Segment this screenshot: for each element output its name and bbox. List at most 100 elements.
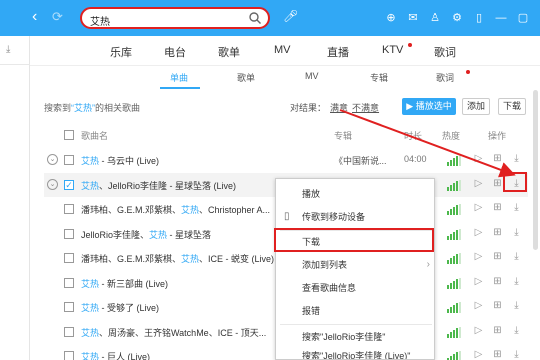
play-icon[interactable]: ▷	[472, 251, 485, 262]
ctx-send-device[interactable]: ▯ 传歌到移动设备	[276, 206, 436, 228]
download-button[interactable]: 下载	[498, 98, 526, 115]
song-title-post: - 星球坠落	[167, 229, 212, 240]
play-icon[interactable]: ▷	[472, 178, 485, 189]
shirt-icon[interactable]: ♙	[424, 10, 446, 26]
plus-icon[interactable]: ⊕	[380, 10, 402, 26]
play-icon[interactable]: ▷	[472, 349, 485, 360]
col-duration: 时长	[404, 131, 423, 141]
minimize-icon[interactable]: —	[490, 10, 512, 26]
maximize-icon[interactable]: ▢	[512, 10, 534, 26]
song-title[interactable]: 潘玮柏、G.E.M.邓紫棋、艾热、Christopher A...	[81, 203, 270, 216]
row-checkbox[interactable]	[64, 253, 74, 263]
play-icon[interactable]: ▷	[472, 325, 485, 336]
settings-icon[interactable]: ⚙	[446, 10, 468, 26]
download-icon[interactable]: ⤓	[510, 153, 523, 164]
subtab-playlists[interactable]: 歌单	[237, 71, 255, 84]
ctx-play[interactable]: 播放	[276, 183, 436, 205]
satisfied-link[interactable]: 满意	[330, 103, 348, 113]
search-icon[interactable]	[248, 11, 262, 25]
song-title[interactable]: 艾热、周汤豪、王齐铭WatchMe、ICE - 顶天...	[81, 326, 266, 339]
tab-playlist[interactable]: 歌单	[218, 44, 240, 60]
search-box[interactable]: 艾热	[80, 7, 270, 29]
ctx-report[interactable]: 报错	[276, 300, 436, 322]
download-icon[interactable]: ⤓	[510, 251, 523, 262]
song-title[interactable]: 艾热、JelloRio李佳隆 - 星球坠落 (Live)	[81, 179, 236, 192]
scrollbar[interactable]	[533, 90, 538, 250]
row-checkbox[interactable]: ✓	[64, 179, 74, 190]
select-all-checkbox[interactable]	[64, 130, 74, 140]
tab-library[interactable]: 乐库	[110, 44, 132, 60]
song-title-highlight: 艾热	[81, 156, 100, 166]
song-album[interactable]: 《中国新说...	[334, 154, 387, 167]
add-icon[interactable]: ⊞	[491, 349, 504, 360]
row-checkbox[interactable]	[64, 228, 74, 239]
download-icon[interactable]: ⤓	[510, 276, 523, 287]
download-icon[interactable]: ⤓	[510, 325, 523, 336]
row-actions: ▷ ⊞ ⤓	[472, 325, 523, 336]
subtab-songs[interactable]: 单曲	[170, 71, 188, 84]
row-checkbox[interactable]	[64, 204, 74, 214]
song-title[interactable]: 艾热 - 新三部曲 (Live)	[81, 277, 168, 290]
row-checkbox[interactable]	[64, 277, 74, 288]
expand-chevron-icon[interactable]: ⌄	[47, 178, 58, 190]
row-checkbox[interactable]	[64, 155, 74, 165]
tab-mv[interactable]: MV	[274, 44, 291, 56]
ctx-add-to-list[interactable]: 添加到列表 ›	[276, 254, 436, 276]
add-icon[interactable]: ⊞	[491, 202, 504, 213]
mic-icon[interactable]: 🎤︎	[283, 9, 298, 23]
add-icon[interactable]: ⊞	[491, 251, 504, 262]
ctx-search-more[interactable]: 搜索"JelloRio李佳隆 (Live)"	[276, 347, 436, 359]
play-icon[interactable]: ▷	[472, 153, 485, 164]
row-checkbox[interactable]	[64, 351, 74, 360]
row-checkbox[interactable]	[64, 326, 74, 337]
play-selected-button[interactable]: ▶ 播放选中	[402, 98, 456, 115]
add-icon[interactable]: ⊞	[491, 227, 504, 238]
ctx-send-device-label: 传歌到移动设备	[302, 212, 366, 222]
unsatisfied-link[interactable]: 不满意	[352, 103, 379, 113]
expand-chevron-icon[interactable]: ⌄	[47, 154, 58, 165]
play-icon[interactable]: ▷	[472, 227, 485, 238]
mail-icon[interactable]: ✉	[402, 10, 424, 26]
download-icon[interactable]: ⤓	[510, 227, 523, 238]
subtab-albums[interactable]: 专辑	[370, 71, 388, 84]
add-icon[interactable]: ⊞	[491, 276, 504, 287]
heat-bars	[447, 277, 461, 289]
download-icon[interactable]: ⤓	[510, 349, 523, 360]
download-icon[interactable]: ⤓	[6, 44, 10, 55]
song-title-post: 、周汤豪、王齐铭WatchMe、ICE - 顶天...	[99, 327, 267, 338]
play-icon[interactable]: ▷	[472, 300, 485, 311]
refresh-icon[interactable]: ⟳	[52, 8, 63, 26]
song-title-highlight: 艾热	[181, 254, 200, 264]
heat-bars	[447, 228, 461, 240]
subtab-mv[interactable]: MV	[305, 71, 319, 81]
add-icon[interactable]: ⊞	[491, 300, 504, 311]
row-checkbox[interactable]	[64, 302, 74, 312]
add-button[interactable]: 添加	[462, 98, 490, 115]
download-icon[interactable]: ⤓	[510, 202, 523, 213]
tab-ktv[interactable]: KTV	[382, 44, 403, 56]
song-title[interactable]: 艾热 - 巨人 (Live)	[81, 350, 150, 360]
song-title[interactable]: 潘玮柏、G.E.M.邓紫棋、艾热、ICE - 蜕变 (Live)	[81, 252, 274, 265]
song-title[interactable]: JelloRio李佳隆、艾热 - 星球坠落	[81, 228, 211, 241]
search-input[interactable]: 艾热	[90, 13, 110, 28]
ctx-view-info[interactable]: 查看歌曲信息	[276, 277, 436, 299]
add-icon[interactable]: ⊞	[491, 153, 504, 164]
chevron-right-icon: ›	[426, 259, 430, 270]
row-actions: ▷ ⊞ ⤓	[472, 227, 523, 238]
add-icon[interactable]: ⊞	[491, 325, 504, 336]
table-row[interactable]: ⌄ 艾热 - 乌云中 (Live) 《中国新说... 04:00 ▷ ⊞ ⤓	[44, 148, 528, 172]
play-icon[interactable]: ▷	[472, 276, 485, 287]
back-icon[interactable]: ‹	[32, 8, 37, 26]
phone-icon[interactable]: ▯	[468, 10, 490, 26]
tab-lyrics[interactable]: 歌词	[434, 44, 456, 60]
ctx-search-artist[interactable]: 搜索"JelloRio李佳隆"	[276, 326, 436, 348]
song-title-highlight: 艾热	[81, 303, 100, 313]
song-title[interactable]: 艾热 - 乌云中 (Live)	[81, 154, 159, 167]
play-icon[interactable]: ▷	[472, 202, 485, 213]
tab-radio[interactable]: 电台	[164, 44, 186, 60]
song-title-highlight: 艾热	[149, 229, 168, 240]
download-icon[interactable]: ⤓	[510, 300, 523, 311]
subtab-lyrics[interactable]: 歌词	[436, 71, 454, 84]
tab-live[interactable]: 直播	[327, 44, 349, 60]
song-title[interactable]: 艾热 - 受够了 (Live)	[81, 301, 159, 314]
